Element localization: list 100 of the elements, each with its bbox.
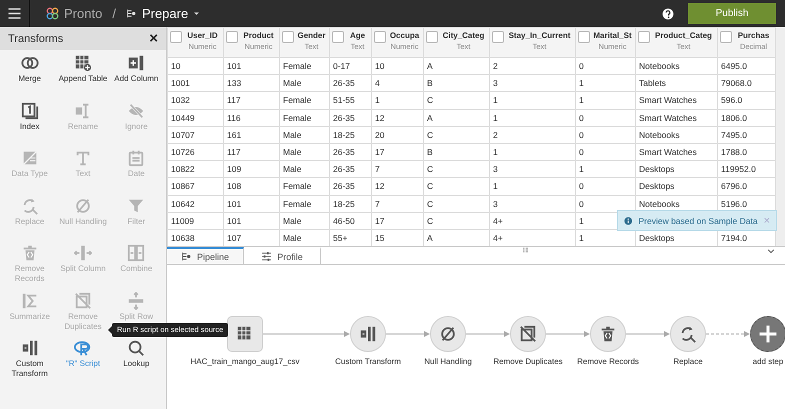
column-name: Purchas xyxy=(738,31,770,40)
tool-button[interactable]: Custom Transform xyxy=(3,339,56,386)
table-cell: 2 xyxy=(490,126,576,144)
table-cell: 3 xyxy=(490,74,576,92)
tool-button[interactable]: Add Column xyxy=(110,54,163,102)
node-label: Custom Transform xyxy=(335,357,401,366)
table-cell: Smart Watches xyxy=(636,109,718,126)
table-cell: 0 xyxy=(576,143,636,161)
table-cell: 1 xyxy=(576,74,636,92)
tab[interactable]: Pipeline xyxy=(167,247,244,264)
table-cell: B xyxy=(424,143,490,161)
table-cell: 7495.0 xyxy=(718,126,776,144)
tool-button[interactable]: Append Table xyxy=(56,54,110,102)
column-name: User_ID xyxy=(187,31,218,40)
table-cell: 10 xyxy=(372,58,424,75)
table-cell: 26-35 xyxy=(330,143,372,161)
tool-button[interactable]: Index xyxy=(3,102,56,149)
panel-title: Transforms xyxy=(8,32,64,44)
column-name: Gender xyxy=(297,31,326,40)
section-dropdown[interactable]: Prepare xyxy=(126,6,200,21)
table-cell: 133 xyxy=(224,74,280,92)
table-cell: 108 xyxy=(224,178,280,195)
table-cell: 46-50 xyxy=(330,212,372,230)
table-cell: 26-35 xyxy=(330,178,372,195)
table-cell: Smart Watches xyxy=(636,143,718,161)
toast-message: Preview based on Sample Data xyxy=(638,216,758,226)
table-cell: Notebooks xyxy=(636,58,718,75)
table-cell: 3 xyxy=(490,160,576,178)
table-cell: 26-35 xyxy=(330,160,372,178)
table-cell: 1806.0 xyxy=(718,109,776,126)
table-cell: Male xyxy=(280,74,330,92)
table-cell: 3 xyxy=(490,195,576,212)
table-cell: 0 xyxy=(576,126,636,144)
table-cell: 10822 xyxy=(168,160,224,178)
table-cell: 1032 xyxy=(168,92,224,110)
node-label: Remove Duplicates xyxy=(493,357,563,366)
column-name: Product_Categ xyxy=(655,31,712,40)
table-cell: 1 xyxy=(490,143,576,161)
table-cell: 1 xyxy=(490,109,576,126)
table-cell: 12 xyxy=(372,178,424,195)
table-cell: Tablets xyxy=(636,74,718,92)
table-cell: 0 xyxy=(576,58,636,75)
table-cell: 1 xyxy=(490,92,576,110)
table-cell: 161 xyxy=(224,126,280,144)
table-cell: Male xyxy=(280,212,330,230)
table-cell: C xyxy=(424,212,490,230)
table-cell: 51-55 xyxy=(330,92,372,110)
tool-button[interactable]: Lookup xyxy=(110,339,163,386)
breadcrumb-separator: / xyxy=(112,6,116,21)
table-cell: Female xyxy=(280,58,330,75)
table-cell: C xyxy=(424,195,490,212)
tool-button[interactable]: Merge xyxy=(3,54,56,102)
table-cell: 11009 xyxy=(168,212,224,230)
table-cell: 101 xyxy=(224,58,280,75)
table-cell: 1 xyxy=(490,178,576,195)
table-cell: Smart Watches xyxy=(636,92,718,110)
table-cell: Desktops xyxy=(636,178,718,195)
table-cell: 10449 xyxy=(168,109,224,126)
table-cell: 17 xyxy=(372,212,424,230)
table-cell: C xyxy=(424,92,490,110)
table-cell: Notebooks xyxy=(636,126,718,144)
column-name: Stay_In_Current xyxy=(508,31,570,40)
table-cell: 79068.0 xyxy=(718,74,776,92)
table-cell: 4+ xyxy=(490,212,576,230)
table-cell: C xyxy=(424,126,490,144)
app-name: Pronto xyxy=(64,6,102,21)
table-cell: 117 xyxy=(224,92,280,110)
table-cell: 119952.0 xyxy=(718,160,776,178)
column-name: Age xyxy=(350,31,366,40)
node-label: Remove Records xyxy=(577,357,639,366)
table-cell: 10 xyxy=(168,58,224,75)
table-cell: A xyxy=(424,109,490,126)
table-cell: 6796.0 xyxy=(718,178,776,195)
table-cell: 18-25 xyxy=(330,126,372,144)
table-cell: Male xyxy=(280,143,330,161)
table-cell: 1001 xyxy=(168,74,224,92)
close-button[interactable]: × xyxy=(149,30,158,47)
table-cell: 117 xyxy=(224,143,280,161)
table-cell: 1788.0 xyxy=(718,143,776,161)
table-cell: Female xyxy=(280,109,330,126)
table-cell: 10642 xyxy=(168,195,224,212)
table-cell: 109 xyxy=(224,160,280,178)
table-cell: 17 xyxy=(372,143,424,161)
table-cell: Female xyxy=(280,178,330,195)
table-cell: 10867 xyxy=(168,178,224,195)
table-cell: 12 xyxy=(372,109,424,126)
table-cell: 26-35 xyxy=(330,74,372,92)
table-cell: 2 xyxy=(490,58,576,75)
publish-button[interactable]: Publish xyxy=(688,3,776,24)
table-cell: 26-35 xyxy=(330,109,372,126)
node-label: Replace xyxy=(673,357,703,366)
table-cell: Female xyxy=(280,92,330,110)
table-cell: 596.0 xyxy=(718,92,776,110)
table-cell: 18-25 xyxy=(330,195,372,212)
table-cell: A xyxy=(424,58,490,75)
table-cell: 0 xyxy=(576,109,636,126)
table-cell: Male xyxy=(280,126,330,144)
table-cell: C xyxy=(424,160,490,178)
table-cell: 0-17 xyxy=(330,58,372,75)
node-label: add step xyxy=(752,357,784,366)
